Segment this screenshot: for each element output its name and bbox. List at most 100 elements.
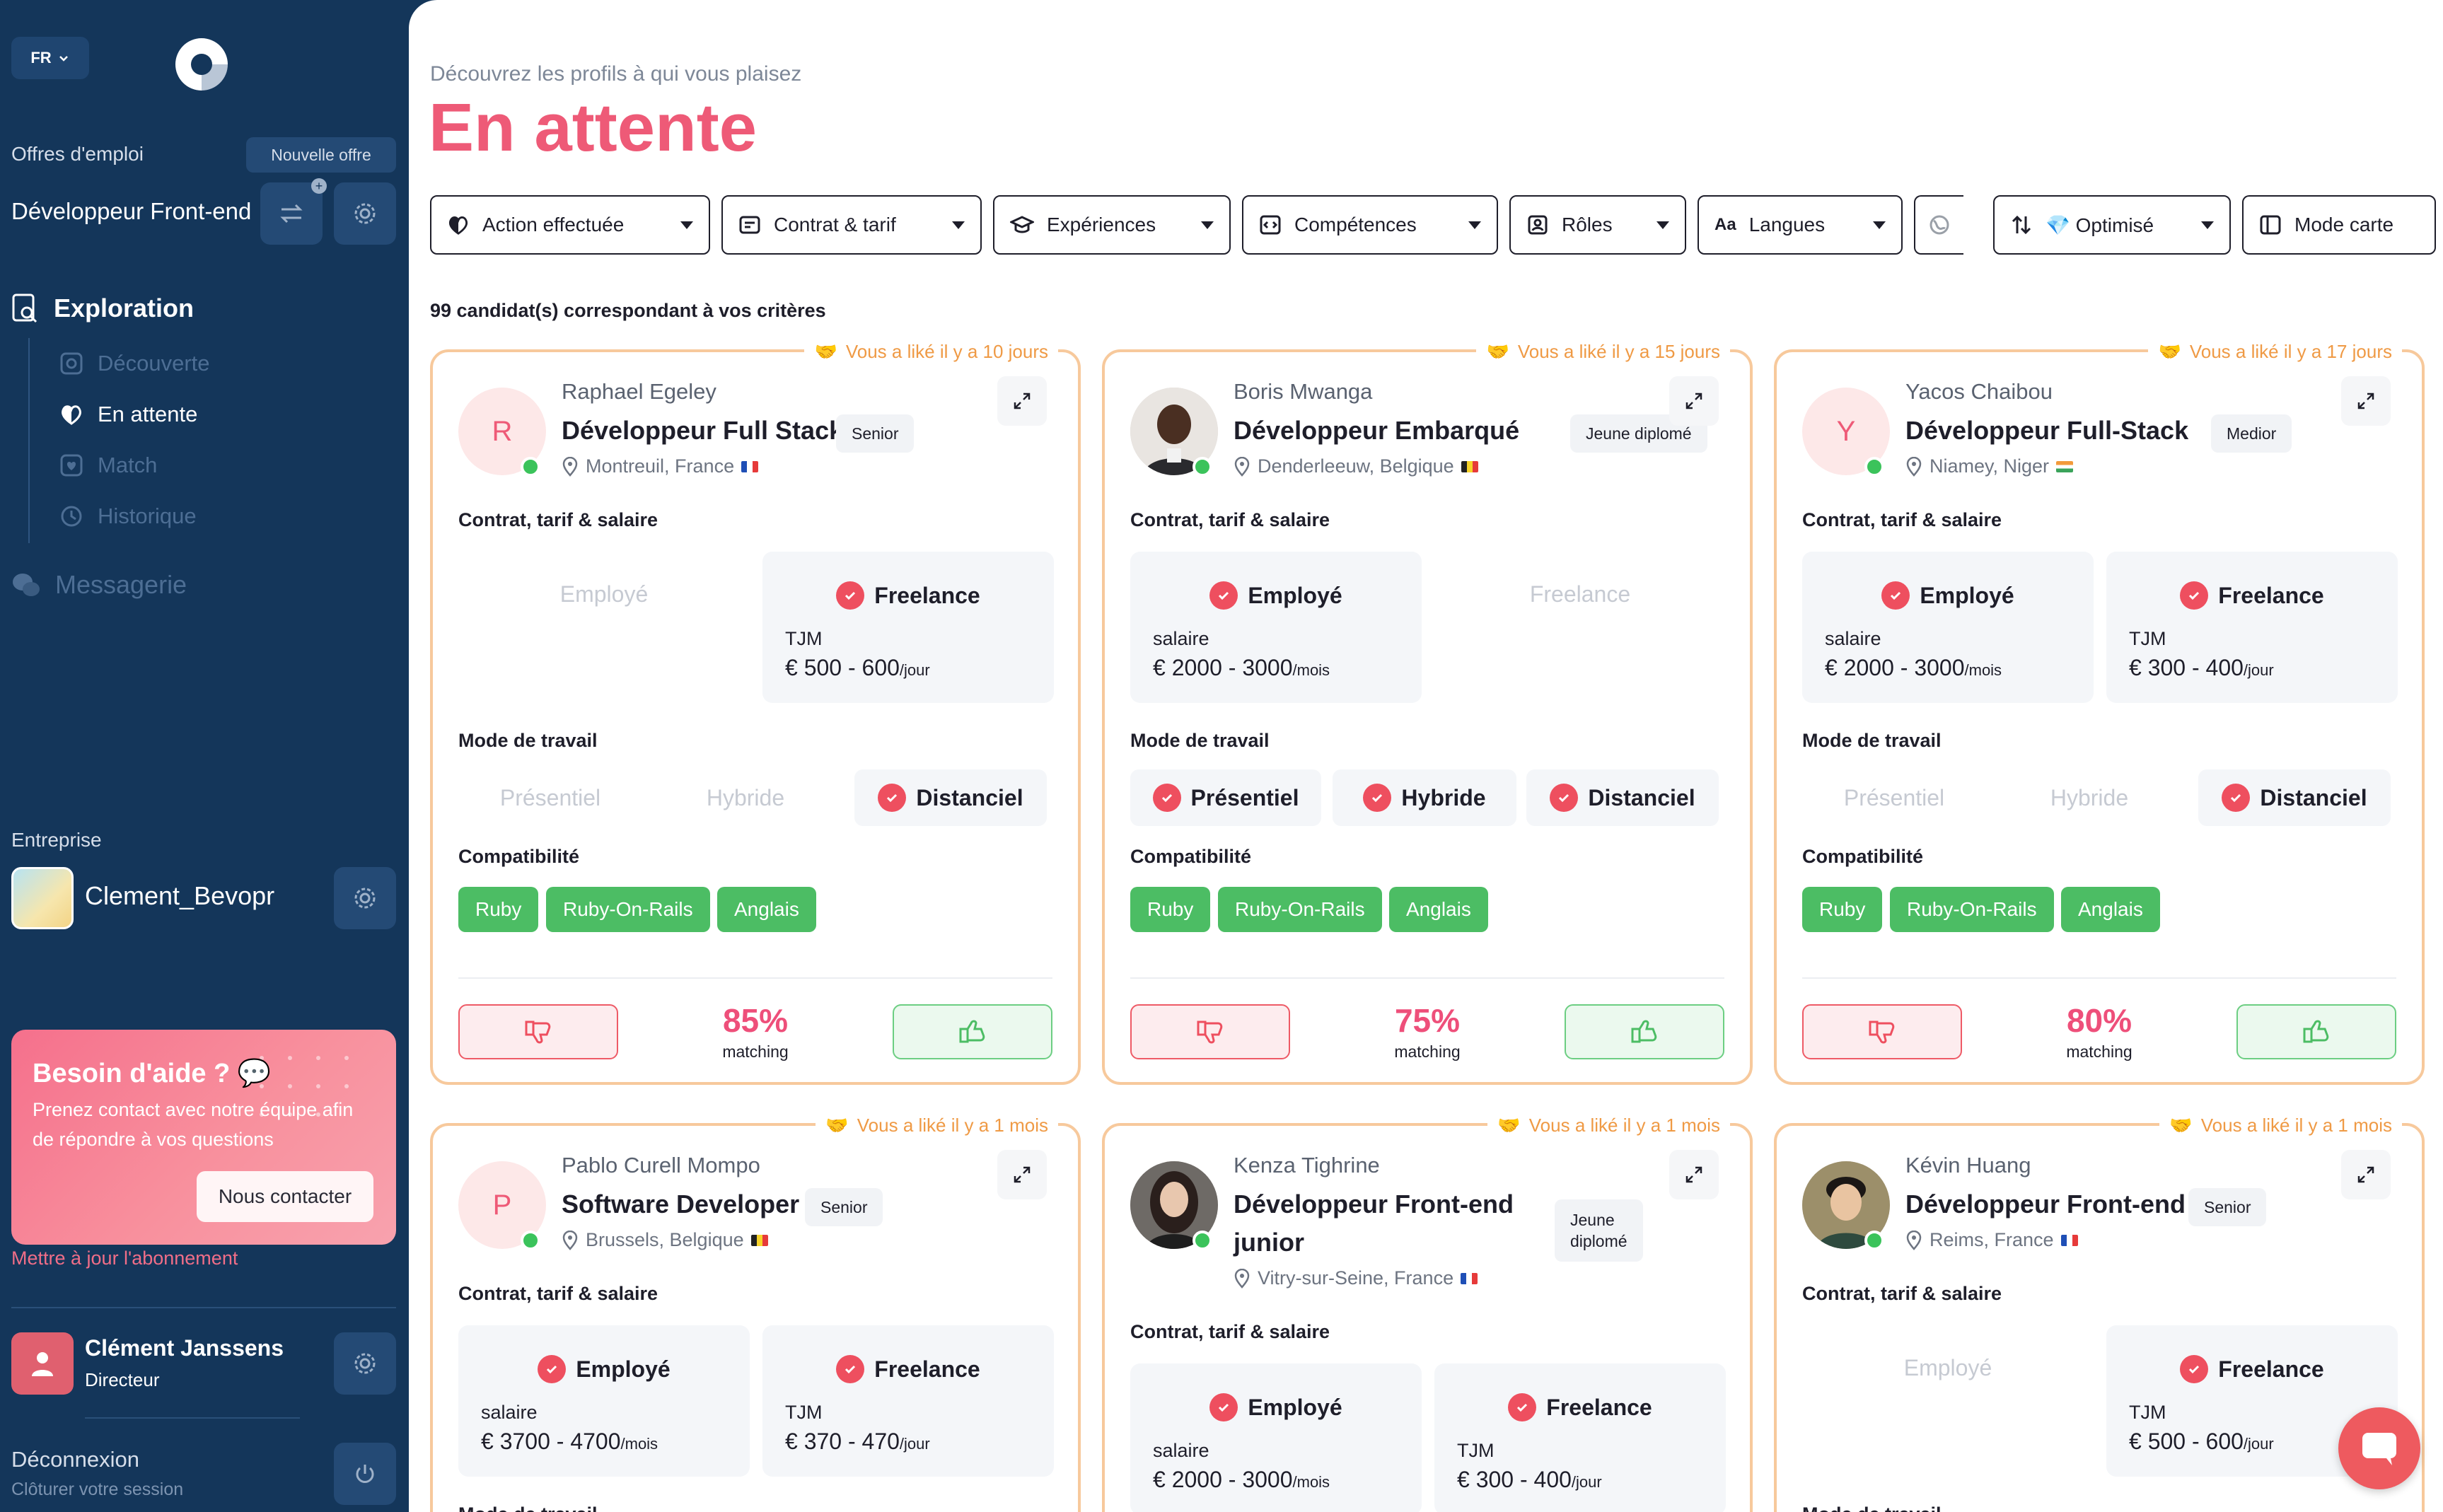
expand-button[interactable] xyxy=(2341,376,2391,426)
graduation-cap-icon xyxy=(1010,216,1034,233)
nav-decouverte[interactable]: Découverte xyxy=(59,351,210,376)
expand-button[interactable] xyxy=(1669,376,1719,426)
new-offer-button[interactable]: Nouvelle offre xyxy=(246,137,396,173)
expand-button[interactable] xyxy=(997,1150,1047,1199)
contact-us-button[interactable]: Nous contacter xyxy=(197,1171,373,1222)
candidate-name: Kenza Tighrine xyxy=(1234,1153,1380,1177)
user-avatar xyxy=(11,1332,74,1395)
expand-button[interactable] xyxy=(2341,1150,2391,1199)
mode-remote: Distanciel xyxy=(854,769,1047,826)
like-button[interactable] xyxy=(893,1004,1052,1059)
filter-experience-label: Expériences xyxy=(1047,214,1156,235)
company-label: Entreprise xyxy=(11,829,102,851)
avatar-initial: P xyxy=(492,1189,512,1221)
update-subscription-link[interactable]: Mettre à jour l'abonnement xyxy=(11,1248,238,1269)
location-text: Denderleeuw, Belgique xyxy=(1258,455,1454,477)
logout-label[interactable]: Déconnexion xyxy=(11,1447,139,1472)
work-mode-label: Mode de travail xyxy=(1802,1504,1942,1512)
like-button[interactable] xyxy=(2236,1004,2396,1059)
skill-tag: Ruby-On-Rails xyxy=(1218,887,1382,932)
tjm-label: TJM xyxy=(785,1402,823,1423)
search-document-icon xyxy=(12,293,37,323)
location-text: Montreuil, France xyxy=(586,455,735,477)
filter-languages[interactable]: Aa Langues xyxy=(1698,195,1903,255)
nav-messagerie[interactable]: Messagerie xyxy=(11,570,187,600)
divider xyxy=(85,1417,300,1419)
nav-en-attente[interactable]: En attente xyxy=(59,402,197,427)
freelance-label: Freelance xyxy=(874,582,980,608)
candidate-card[interactable]: 🤝 Vous a liké il y a 15 jours Boris Mwang… xyxy=(1102,334,1753,1085)
contract-freelance-box: Freelance TJM € 300 - 400/jour xyxy=(1434,1363,1726,1512)
online-status-dot xyxy=(1864,457,1884,477)
nav-exploration[interactable]: Exploration xyxy=(11,293,194,324)
filter-experience[interactable]: Expériences xyxy=(993,195,1231,255)
logout-button[interactable] xyxy=(334,1443,396,1505)
freelance-label: Freelance xyxy=(1546,1394,1652,1420)
contract-section-label: Contrat, tarif & salaire xyxy=(1130,1321,1330,1342)
candidate-card[interactable]: 🤝 Vous a liké il y a 1 mois P Pablo Curel… xyxy=(430,1107,1081,1512)
globe-icon xyxy=(1930,215,1949,235)
candidate-title: Développeur Full-Stack xyxy=(1905,416,2189,445)
chat-widget-button[interactable] xyxy=(2338,1407,2420,1489)
filter-action[interactable]: Action effectuée xyxy=(430,195,710,255)
title-line-2: junior xyxy=(1234,1228,1304,1257)
location-pin-icon xyxy=(1234,456,1250,477)
company-settings-button[interactable] xyxy=(334,867,396,929)
nav-messagerie-label: Messagerie xyxy=(55,570,187,599)
salary-label: salaire xyxy=(481,1402,538,1423)
gear-icon xyxy=(354,888,376,909)
discover-icon xyxy=(60,352,83,375)
mode-onsite: Présentiel xyxy=(1130,769,1321,826)
candidate-card[interactable]: 🤝 Vous a liké il y a 10 jours R Raphael E… xyxy=(430,334,1081,1085)
tjm-label: TJM xyxy=(785,628,823,649)
flag-france-icon xyxy=(2060,1234,2078,1246)
language-selector[interactable]: FR xyxy=(11,37,89,79)
candidate-location: Reims, France xyxy=(1905,1229,2078,1251)
candidate-card[interactable]: 🤝 Vous a liké il y a 1 mois Kenza Tighrin… xyxy=(1102,1107,1753,1512)
expand-button[interactable] xyxy=(1669,1150,1719,1199)
nav-match[interactable]: Match xyxy=(59,453,157,478)
skill-tag: Anglais xyxy=(1389,887,1488,932)
heart-half-icon xyxy=(62,405,81,425)
contract-employee-box: Employé salaire € 2000 - 3000/mois xyxy=(1802,552,2094,703)
offer-settings-button[interactable] xyxy=(334,182,396,245)
sort-select[interactable]: 💎 Optimisé xyxy=(1993,195,2231,255)
nav-historique[interactable]: Historique xyxy=(59,504,197,529)
avatar-initial: R xyxy=(492,415,513,447)
contract-section-label: Contrat, tarif & salaire xyxy=(458,1283,658,1304)
location-text: Reims, France xyxy=(1930,1229,2054,1250)
mode-onsite: Présentiel xyxy=(458,769,642,826)
view-mode-button[interactable]: Mode carte xyxy=(2242,195,2436,255)
employee-label: Employé xyxy=(1903,1355,1992,1380)
salary-amount: € 3700 - 4700 xyxy=(481,1429,621,1454)
history-icon xyxy=(61,506,82,527)
candidate-card[interactable]: 🤝 Vous a liké il y a 1 mois Kévin Huang D… xyxy=(1774,1107,2425,1512)
filter-contract[interactable]: Contrat & tarif xyxy=(721,195,982,255)
online-status-dot xyxy=(521,457,540,477)
candidate-name: Pablo Curell Mompo xyxy=(562,1153,760,1177)
power-icon xyxy=(356,1465,374,1483)
app-logo[interactable] xyxy=(171,34,232,95)
switch-offer-button[interactable]: + xyxy=(260,178,327,245)
expand-icon xyxy=(2357,392,2374,409)
expand-button[interactable] xyxy=(997,376,1047,426)
current-job-offer[interactable]: Développeur Front-end xyxy=(11,198,251,225)
contract-section-label: Contrat, tarif & salaire xyxy=(1802,1283,2002,1304)
location-text: Brussels, Belgique xyxy=(586,1229,744,1250)
filter-roles[interactable]: Rôles xyxy=(1509,195,1686,255)
language-label: FR xyxy=(30,49,52,66)
like-button[interactable] xyxy=(1565,1004,1724,1059)
liked-text: Vous a liké il y a 1 mois xyxy=(1528,1114,1720,1136)
tjm-label: TJM xyxy=(1457,1440,1495,1461)
skill-tag: Ruby-On-Rails xyxy=(1890,887,2054,932)
employee-label: Employé xyxy=(1920,582,2014,608)
filter-roles-label: Rôles xyxy=(1562,214,1613,235)
filter-location[interactable] xyxy=(1914,195,1963,255)
salary-unit: /mois xyxy=(1292,1473,1330,1491)
skill-tag: Ruby xyxy=(458,887,539,932)
filter-skills-label: Compétences xyxy=(1294,214,1417,235)
candidate-card[interactable]: 🤝 Vous a liké il y a 17 jours Y Yacos Cha… xyxy=(1774,334,2425,1085)
font-icon: Aa xyxy=(1714,215,1736,234)
filter-skills[interactable]: Compétences xyxy=(1242,195,1498,255)
user-settings-button[interactable] xyxy=(334,1332,396,1395)
